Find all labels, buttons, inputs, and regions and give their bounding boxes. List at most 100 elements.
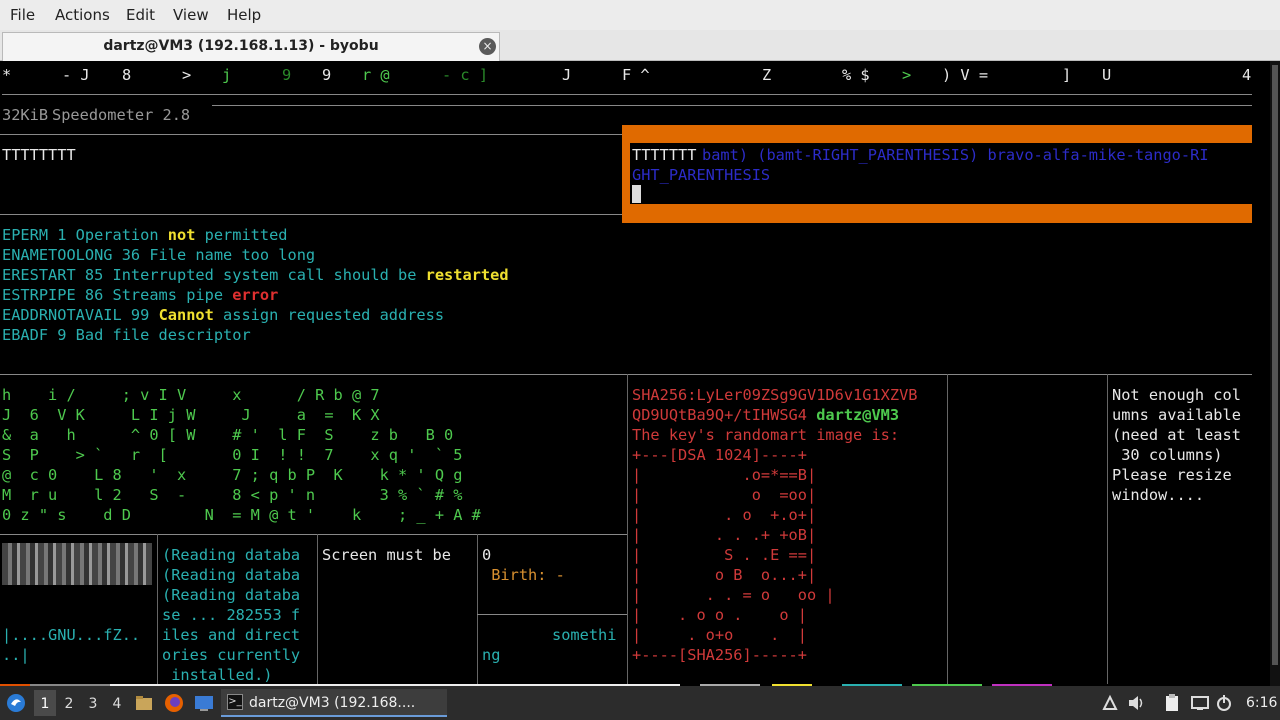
menu-view[interactable]: View (173, 6, 209, 24)
resize-line: window.... (1112, 486, 1205, 504)
terminal-tab[interactable]: dartz@VM3 (192.168.1.13) - byobu × (2, 32, 500, 61)
volume-icon[interactable] (1126, 693, 1146, 713)
top-char: % $ (842, 66, 870, 84)
top-char: 8 (122, 66, 132, 84)
workspace-3[interactable]: 3 (84, 696, 102, 712)
errno-list: EPERM 1 Operation not permitted ENAMETOO… (2, 225, 509, 345)
divider (0, 214, 622, 215)
errno-line: EADDRNOTAVAIL 99 (2, 306, 159, 324)
desktop-icon[interactable] (194, 693, 214, 713)
file-manager-icon[interactable] (134, 693, 154, 713)
top-char: 9 (322, 66, 332, 84)
task-label: dartz@VM3 (192.168.... (249, 695, 416, 711)
randomart-line: | . o+o . | (632, 626, 807, 644)
top-char: ) V = (942, 66, 989, 84)
divider (157, 534, 158, 686)
speed-rate: 32KiB (2, 106, 49, 124)
top-char: r @ (362, 66, 390, 84)
t-left-text: TTTTTTTT (2, 146, 76, 164)
randomart-line: | . o o . o | (632, 606, 807, 624)
divider (947, 374, 948, 686)
randomart-line: +---[DSA 1024]----+ (632, 446, 807, 464)
terminal-task-button[interactable]: >_ dartz@VM3 (192.168.... (221, 689, 447, 717)
terminal-area[interactable]: * - J 8 > j 9 9 r @ - c ] J F ^ Z % $ > … (0, 61, 1280, 686)
randomart-line: +----[SHA256]-----+ (632, 646, 807, 664)
power-icon[interactable] (1214, 693, 1234, 713)
screen-message: Screen must be (322, 546, 451, 564)
matrix-panel: h i / ; v I V x / R b @ 7 J 6 V K L I j … (2, 385, 481, 525)
menu-actions[interactable]: Actions (55, 6, 110, 24)
apt-line: (Reading databa (162, 566, 301, 584)
matrix-row: @ c 0 L 8 ' x 7 ; q b P K k * ' Q g (2, 466, 463, 484)
apt-line: (Reading databa (162, 586, 301, 604)
randomart-line: | o =oo| (632, 486, 817, 504)
resize-line: 30 columns) (1112, 446, 1223, 464)
apt-line: (Reading databa (162, 546, 301, 564)
sha-line: QD9UQtBa9Q+/tIHWSG4 (632, 406, 817, 424)
ng-text: ng (482, 646, 501, 664)
workspace-4[interactable]: 4 (108, 696, 126, 712)
top-char: - c ] (442, 66, 489, 84)
menu-help[interactable]: Help (227, 6, 261, 24)
taskbar: 1 2 3 4 >_ dartz@VM3 (192.168.... 6:16 (0, 686, 1280, 720)
menu-bar: File Actions Edit View Help (0, 0, 1280, 30)
top-char: * (2, 66, 12, 84)
sha-line: The key's randomart image is: (632, 426, 900, 444)
cursor (632, 185, 641, 203)
birth-text: Birth: - (482, 566, 565, 584)
randomart-line: | o B o...+| (632, 566, 817, 584)
tab-title: dartz@VM3 (192.168.1.13) - byobu (103, 38, 379, 54)
workspace-2[interactable]: 2 (60, 696, 78, 712)
display-icon[interactable] (1190, 693, 1210, 713)
start-menu-icon[interactable] (6, 693, 26, 713)
noise-image (2, 543, 152, 585)
errno-highlight: not (167, 226, 196, 244)
apt-line: installed.) (162, 666, 273, 684)
speed-title: Speedometer 2.8 (52, 106, 191, 124)
firefox-icon[interactable] (164, 693, 184, 713)
workspace-1[interactable]: 1 (36, 696, 54, 712)
sha-user: dartz@VM3 (816, 406, 900, 424)
errno-highlight: Cannot (158, 306, 214, 324)
clipboard-icon[interactable] (1162, 693, 1182, 713)
matrix-row: J 6 V K L I j W J a = K X (2, 406, 380, 424)
errno-line: ENAMETOOLONG 36 File name too long (2, 246, 316, 264)
top-char: U (1102, 66, 1112, 84)
top-char: J (562, 66, 572, 84)
errno-line-end: assign requested address (213, 306, 445, 324)
scrollbar[interactable] (1270, 61, 1280, 686)
menu-edit[interactable]: Edit (126, 6, 155, 24)
sha-line: SHA256:LyLer09ZSg9GV1D6v1G1XZVB (632, 386, 918, 404)
matrix-row: h i / ; v I V x / R b @ 7 (2, 386, 380, 404)
popup-line2: GHT_PARENTHESIS (632, 166, 771, 184)
terminal-icon: >_ (227, 694, 243, 710)
menu-file[interactable]: File (10, 6, 35, 24)
close-icon[interactable]: × (479, 38, 496, 55)
clock[interactable]: 6:16 (1246, 695, 1277, 711)
resize-line: Please resize (1112, 466, 1232, 484)
top-char: - J (62, 66, 90, 84)
popup-line1: bamt) (bamt-RIGHT_PARENTHESIS) bravo-alf… (702, 146, 1209, 164)
popup-prefix: TTTTTTT (632, 146, 697, 164)
randomart-line: | . . = o oo | (632, 586, 835, 604)
top-char: j (222, 66, 232, 84)
errno-highlight: restarted (425, 266, 509, 284)
top-char: 9 (282, 66, 292, 84)
network-icon[interactable] (1100, 693, 1120, 713)
apt-output: (Reading databa (Reading databa (Reading… (162, 545, 300, 685)
errno-highlight: error (232, 286, 279, 304)
errno-line-end: permitted (195, 226, 288, 244)
apt-line: se ... 282553 f (162, 606, 301, 624)
errno-line: EPERM 1 Operation (2, 226, 168, 244)
divider (477, 534, 478, 686)
hex-line: |....GNU...fZ.. (2, 626, 141, 644)
top-char: ] (1062, 66, 1072, 84)
apt-line: iles and direct (162, 626, 301, 644)
resize-line: umns available (1112, 406, 1241, 424)
matrix-row: 0 z " s d D N = M @ t ' k ; _ + A # (2, 506, 481, 524)
apt-line: ories currently (162, 646, 301, 664)
divider (317, 534, 318, 686)
divider (0, 534, 627, 535)
divider (2, 94, 1252, 95)
somethi-text: somethi (552, 626, 617, 644)
